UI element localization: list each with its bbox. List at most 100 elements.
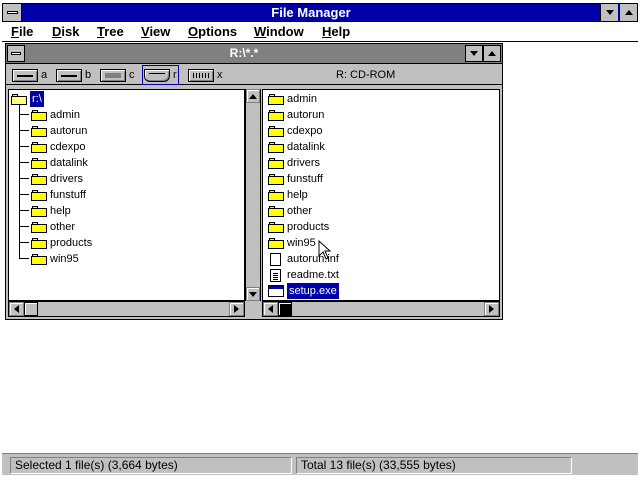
app-title-bar[interactable]: File Manager [2, 3, 638, 22]
directory-window-title: R:\*.* [229, 46, 259, 60]
system-menu-icon [7, 11, 18, 14]
file-item-help[interactable]: help [268, 187, 308, 203]
directory-window-title-bar[interactable]: R:\*.* [6, 44, 502, 64]
folder-icon [268, 205, 284, 217]
menu-view[interactable]: View [141, 23, 170, 41]
folder-icon [31, 253, 47, 265]
app-title: File Manager [271, 5, 351, 20]
file-item-readme-txt[interactable]: readme.txt [270, 267, 339, 283]
file-item-products[interactable]: products [268, 219, 329, 235]
scroll-up-button[interactable] [246, 89, 260, 103]
tree-folder-win95[interactable]: win95 [31, 251, 79, 267]
down-arrow-icon [249, 291, 257, 297]
menu-file[interactable]: File [11, 23, 33, 41]
minimize-icon [605, 10, 614, 15]
folder-icon [268, 221, 284, 233]
drive-b[interactable]: b [56, 67, 91, 83]
child-maximize-button[interactable] [483, 45, 501, 62]
maximize-button[interactable] [619, 4, 637, 21]
hard-drive-icon [100, 68, 126, 82]
file-item-setup-exe[interactable]: setup.exe [268, 283, 339, 299]
folder-icon [268, 109, 284, 121]
tree-folder-other[interactable]: other [31, 219, 75, 235]
tree-horizontal-scrollbar[interactable] [8, 301, 245, 317]
drive-x[interactable]: x [188, 67, 223, 83]
tree-folder-drivers[interactable]: drivers [31, 171, 83, 187]
network-drive-icon [188, 68, 214, 82]
floppy-drive-icon [12, 68, 38, 82]
status-bar: Selected 1 file(s) (3,664 bytes) Total 1… [2, 453, 638, 475]
menu-disk[interactable]: Disk [52, 23, 79, 41]
file-icon [270, 252, 281, 266]
text-file-icon [270, 268, 281, 282]
minimize-button[interactable] [600, 4, 618, 21]
folder-icon [31, 157, 47, 169]
right-arrow-icon [234, 305, 239, 313]
file-list-horizontal-scrollbar[interactable] [262, 301, 500, 317]
scroll-thumb[interactable] [278, 302, 292, 316]
tree-folder-funstuff[interactable]: funstuff [31, 187, 86, 203]
folder-icon [268, 141, 284, 153]
tree-folder-help[interactable]: help [31, 203, 71, 219]
drive-c[interactable]: c [100, 67, 135, 83]
directory-window: R:\*.* a b c r x R: CD-ROM r:\ admin aut… [5, 43, 503, 320]
maximize-icon [624, 10, 633, 15]
child-maximize-icon [488, 51, 496, 56]
file-item-other[interactable]: other [268, 203, 312, 219]
child-system-menu-button[interactable] [7, 45, 25, 62]
folder-icon [268, 237, 284, 249]
tree-root[interactable]: r:\ [11, 91, 44, 107]
scroll-right-button[interactable] [484, 302, 499, 316]
file-item-autorun[interactable]: autorun [268, 107, 324, 123]
scroll-right-button[interactable] [229, 302, 244, 316]
tree-folder-cdexpo[interactable]: cdexpo [31, 139, 85, 155]
folder-icon [31, 109, 47, 121]
scroll-left-button[interactable] [263, 302, 278, 316]
child-system-menu-icon [11, 52, 21, 55]
left-arrow-icon [14, 305, 19, 313]
tree-vertical-scrollbar[interactable] [245, 89, 261, 301]
left-arrow-icon [268, 305, 273, 313]
folder-icon [268, 93, 284, 105]
drive-r[interactable]: r [142, 65, 179, 85]
scroll-left-button[interactable] [9, 302, 24, 316]
directory-tree-pane[interactable]: r:\ admin autorun cdexpo datalink driver… [8, 89, 245, 301]
drive-bar: a b c r x R: CD-ROM [6, 65, 502, 85]
mouse-pointer-icon [318, 240, 332, 260]
file-item-funstuff[interactable]: funstuff [268, 171, 323, 187]
child-minimize-button[interactable] [465, 45, 483, 62]
menu-window[interactable]: Window [254, 23, 304, 41]
drive-a[interactable]: a [12, 67, 47, 83]
scroll-down-button[interactable] [246, 287, 260, 301]
folder-icon [31, 237, 47, 249]
folder-icon [268, 157, 284, 169]
file-item-admin[interactable]: admin [268, 91, 317, 107]
scroll-thumb[interactable] [24, 302, 38, 316]
tree-folder-autorun[interactable]: autorun [31, 123, 87, 139]
file-item-drivers[interactable]: drivers [268, 155, 320, 171]
file-item-datalink[interactable]: datalink [268, 139, 325, 155]
up-arrow-icon [249, 93, 257, 99]
system-menu-button[interactable] [3, 4, 22, 21]
program-file-icon [268, 285, 284, 297]
folder-icon [31, 189, 47, 201]
folder-icon [31, 141, 47, 153]
right-arrow-icon [489, 305, 494, 313]
menu-help[interactable]: Help [322, 23, 350, 41]
folder-icon [31, 205, 47, 217]
file-item-win95[interactable]: win95 [268, 235, 316, 251]
cd-drive-icon [144, 68, 170, 82]
tree-folder-admin[interactable]: admin [31, 107, 80, 123]
tree-folder-products[interactable]: products [31, 235, 92, 251]
folder-icon [268, 189, 284, 201]
file-list-pane[interactable]: admin autorun cdexpo datalink drivers fu… [262, 89, 500, 301]
floppy-drive-icon [56, 68, 82, 82]
volume-label: R: CD-ROM [336, 69, 396, 81]
menu-tree[interactable]: Tree [97, 23, 124, 41]
file-item-cdexpo[interactable]: cdexpo [268, 123, 322, 139]
menu-options[interactable]: Options [188, 23, 237, 41]
tree-folder-datalink[interactable]: datalink [31, 155, 88, 171]
open-folder-icon [11, 93, 27, 105]
status-total: Total 13 file(s) (33,555 bytes) [296, 457, 572, 474]
folder-icon [31, 125, 47, 137]
